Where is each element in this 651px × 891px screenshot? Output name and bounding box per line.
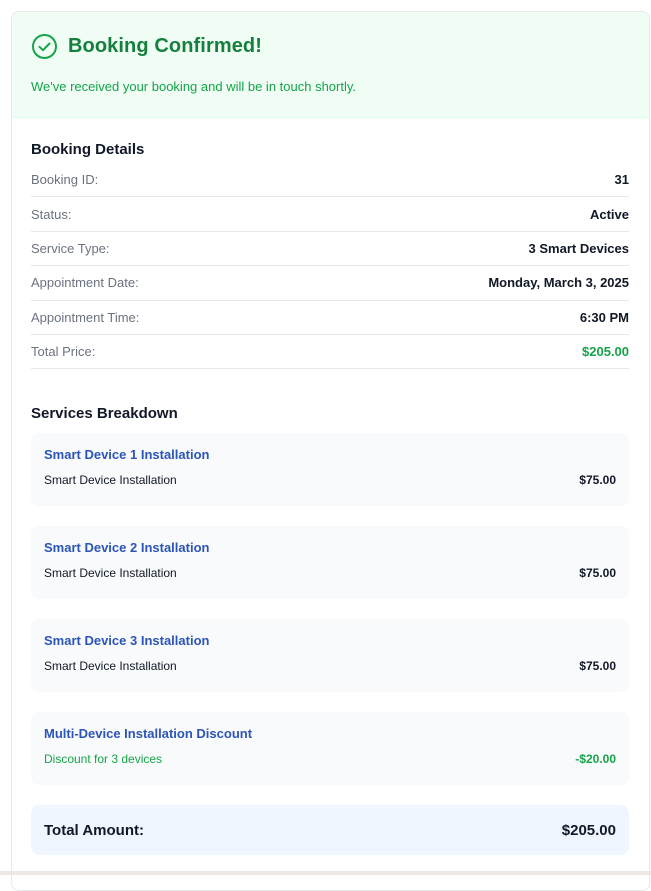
detail-label: Service Type: [31,240,110,256]
booking-confirmation-card: Booking Confirmed! We've received your b… [11,11,650,891]
service-name: Smart Device 1 Installation [44,447,210,463]
booking-details-section: Booking Details Booking ID: 31 Status: A… [12,141,649,856]
detail-row-booking-id: Booking ID: 31 [31,163,629,198]
booking-details-title: Booking Details [31,141,145,158]
detail-value: 6:30 PM [579,309,629,325]
page-title: Booking Confirmed! [68,34,263,57]
detail-row-service-type: Service Type: 3 Smart Devices [31,232,629,267]
banner-header: Booking Confirmed! [31,32,630,60]
detail-value: 3 Smart Devices [528,240,629,256]
discount-name: Multi-Device Installation Discount [44,726,253,742]
confirmation-banner: Booking Confirmed! We've received your b… [12,12,649,118]
discount-description: Discount for 3 devices [44,752,163,767]
detail-label: Booking ID: [31,172,99,188]
service-description: Smart Device Installation [44,473,177,488]
service-line: Smart Device Installation $75.00 [44,566,616,580]
total-price-value: $205.00 [582,344,629,360]
detail-row-status: Status: Active [31,197,629,232]
total-amount-bar: Total Amount: $205.00 [31,805,629,856]
discount-amount: -$20.00 [575,752,616,767]
confirmation-message: We've received your booking and will be … [31,79,357,94]
status-value: Active [589,206,629,222]
service-line: Smart Device Installation $75.00 [44,659,616,673]
total-amount-label: Total Amount: [44,821,144,839]
service-item: Smart Device 3 Installation Smart Device… [31,619,629,693]
service-amount: $75.00 [579,659,616,674]
service-amount: $75.00 [579,566,616,581]
page-bottom-edge [0,871,651,875]
detail-label: Status: [31,206,72,222]
service-description: Smart Device Installation [44,659,177,674]
service-item: Smart Device 2 Installation Smart Device… [31,526,629,600]
service-name: Smart Device 2 Installation [44,540,210,556]
detail-value: 31 [614,172,629,188]
total-amount-value: $205.00 [561,821,616,839]
check-circle-icon [31,33,58,60]
services-list: Smart Device 1 Installation Smart Device… [31,433,629,786]
service-name: Smart Device 3 Installation [44,633,210,649]
discount-item: Multi-Device Installation Discount Disco… [31,712,629,786]
details-list: Booking ID: 31 Status: Active Service Ty… [31,163,629,370]
service-line: Smart Device Installation $75.00 [44,473,616,487]
service-description: Smart Device Installation [44,566,177,581]
service-item: Smart Device 1 Installation Smart Device… [31,433,629,507]
services-breakdown-title: Services Breakdown [31,405,178,423]
detail-value: Monday, March 3, 2025 [488,275,629,291]
detail-row-appointment-time: Appointment Time: 6:30 PM [31,301,629,335]
service-amount: $75.00 [579,473,616,488]
detail-row-total-price: Total Price: $205.00 [31,335,629,370]
detail-label: Total Price: [31,344,96,360]
discount-line: Discount for 3 devices -$20.00 [44,752,616,766]
detail-label: Appointment Date: [31,275,139,291]
detail-label: Appointment Time: [31,309,140,325]
detail-row-appointment-date: Appointment Date: Monday, March 3, 2025 [31,266,629,301]
